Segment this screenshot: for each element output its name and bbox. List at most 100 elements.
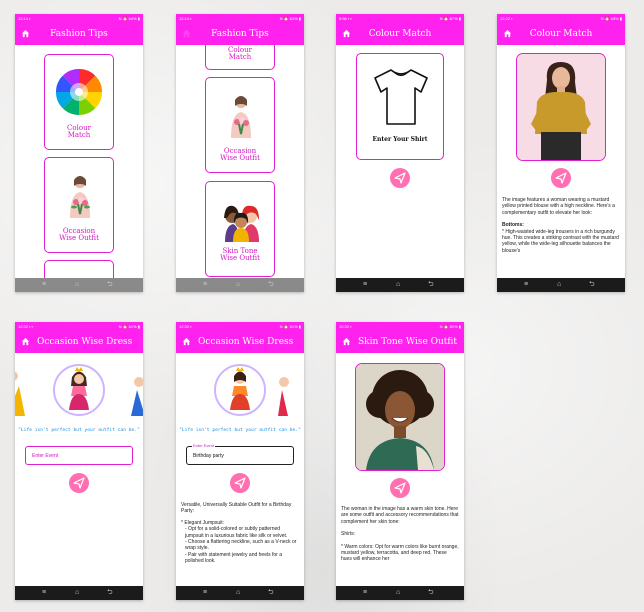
princess-left-partial (15, 371, 25, 416)
colour-match-card[interactable]: Colour Match (44, 54, 114, 150)
event-input-placeholder: Enter Event (32, 453, 59, 459)
result-bullet: * Warm colors: Opt for warm colors like … (341, 543, 459, 563)
quote-text: "Life isn't perfect but your outfit can … (18, 428, 140, 433)
screen-skin-tone-wise-outfit: 10:32 ▪ N ⏰ 80% ▮ Skin Tone Wise Outfit T… (336, 322, 464, 600)
event-input-value: Birthday party (193, 453, 224, 459)
uploaded-portrait-photo (355, 363, 445, 471)
home-nav-button[interactable]: ⌂ (75, 588, 79, 598)
occasion-wise-outfit-card[interactable]: Occasion Wise Outfit (205, 77, 275, 173)
result-line: - Choose a flattering neckline, such as … (185, 539, 297, 552)
back-nav-button[interactable]: ⮌ (268, 588, 274, 598)
event-input-label: Enter Event (192, 443, 215, 448)
home-nav-button[interactable]: ⌂ (396, 588, 400, 598)
shirt-upload-area[interactable]: Enter Your Shirt (356, 53, 444, 160)
menu-nav-button[interactable]: ≡ (524, 280, 528, 290)
event-input[interactable]: Enter Event Birthday party (186, 443, 294, 465)
screen-occasion-wise-dress-result: 12:32 ▪ N ⏰ 61% ▮ Occasion Wise Dress "Li… (176, 322, 304, 600)
home-nav-button[interactable]: ⌂ (236, 280, 240, 290)
status-bar: 12:22 ▪ N ⏰ 63% ▮ (497, 14, 625, 23)
system-nav-bar: ≡ ⌂ ⮌ (176, 278, 304, 292)
status-bar: 12:14 ▪ N ⏰ 64% ▮ (15, 14, 143, 23)
page-title: Occasion Wise Dress (37, 337, 133, 347)
system-nav-bar: ≡ ⌂ ⮌ (176, 586, 304, 600)
app-bar: Colour Match (336, 23, 464, 45)
system-nav-bar: ≡ ⌂ ⮌ (15, 586, 143, 600)
princess-carousel[interactable] (15, 362, 143, 418)
color-wheel-icon (55, 68, 103, 116)
menu-nav-button[interactable]: ≡ (203, 280, 207, 290)
menu-nav-button[interactable]: ≡ (363, 280, 367, 290)
send-button[interactable] (390, 478, 410, 498)
back-nav-button[interactable]: ⮌ (428, 588, 434, 598)
back-nav-button[interactable]: ⮌ (428, 280, 434, 290)
send-icon (555, 172, 567, 184)
card-label: Match (228, 53, 252, 61)
app-bar: Skin Tone Wise Outfit (336, 331, 464, 353)
page-title: Colour Match (368, 29, 432, 39)
send-icon (234, 477, 246, 489)
screen-fashion-tips: 12:14 ▪ N ⏰ 64% ▮ Fashion Tips Colour Mat… (15, 14, 143, 292)
back-nav-button[interactable]: ⮌ (107, 280, 113, 290)
page-title: Skin Tone Wise Outfit (358, 337, 458, 347)
result-bullet: * High-waisted wide-leg trousers in a ri… (502, 228, 619, 254)
send-button[interactable] (69, 473, 89, 493)
menu-nav-button[interactable]: ≡ (363, 588, 367, 598)
app-bar: Colour Match (497, 23, 625, 45)
result-line: - Opt for a solid-colored or subtly patt… (185, 526, 288, 539)
back-nav-button[interactable]: ⮌ (589, 280, 595, 290)
home-nav-button[interactable]: ⌂ (236, 588, 240, 598)
card-label: Wise Outfit (220, 254, 260, 262)
screen-colour-match: 9:56 ▪ ▪ N ⏰ 87% ▮ Colour Match Enter You… (336, 14, 464, 292)
woman-mustard-blouse-photo (517, 54, 605, 160)
system-nav-bar: ≡ ⌂ ⮌ (497, 278, 625, 292)
occasion-wise-outfit-card[interactable]: Occasion Wise Outfit (44, 157, 114, 253)
app-bar: Occasion Wise Dress (15, 331, 143, 353)
page-title: Occasion Wise Dress (198, 337, 294, 347)
status-bar: 12:14 ▪ N ⏰ 63% ▮ (176, 14, 304, 23)
app-bar: Fashion Tips (176, 23, 304, 45)
princess-carousel[interactable] (176, 362, 304, 418)
skin-tone-wise-outfit-card[interactable]: Skin Tone Wise Outfit (205, 181, 275, 277)
event-input[interactable]: Enter Event (25, 446, 133, 465)
back-nav-button[interactable]: ⮌ (107, 588, 113, 598)
page-title: Fashion Tips (50, 29, 108, 39)
system-nav-bar: ≡ ⌂ ⮌ (15, 278, 143, 292)
send-button[interactable] (390, 168, 410, 188)
screen-fashion-tips-scrolled: Colour Match 12:14 ▪ N ⏰ 63% ▮ Fashion Ti… (176, 14, 304, 292)
home-icon[interactable] (182, 337, 191, 346)
send-button[interactable] (230, 473, 250, 493)
menu-nav-button[interactable]: ≡ (203, 588, 207, 598)
result-text: Versatile, Universally Suitable Outfit f… (181, 502, 299, 586)
card-label: Match (67, 131, 91, 139)
back-nav-button[interactable]: ⮌ (268, 280, 274, 290)
home-icon[interactable] (342, 337, 351, 346)
status-bar: 12:32 ▪ N ⏰ 61% ▮ (176, 322, 304, 331)
send-icon (73, 477, 85, 489)
menu-nav-button[interactable]: ≡ (42, 280, 46, 290)
status-bar: 12:32 ▪ ▪ N ⏰ 61% ▮ (15, 322, 143, 331)
home-icon[interactable] (21, 337, 30, 346)
smiling-woman-portrait (356, 364, 444, 470)
screen-occasion-wise-dress: 12:32 ▪ ▪ N ⏰ 61% ▮ Occasion Wise Dress "… (15, 322, 143, 600)
upload-label: Enter Your Shirt (372, 136, 428, 143)
woman-with-flowers-illustration (70, 176, 90, 218)
system-nav-bar: ≡ ⌂ ⮌ (336, 586, 464, 600)
home-nav-button[interactable]: ⌂ (557, 280, 561, 290)
menu-nav-button[interactable]: ≡ (42, 588, 46, 598)
home-nav-button[interactable]: ⌂ (75, 280, 79, 290)
app-bar: Fashion Tips (15, 23, 143, 45)
home-nav-button[interactable]: ⌂ (396, 280, 400, 290)
woman-with-flowers-illustration (231, 96, 251, 138)
system-nav-bar: ≡ ⌂ ⮌ (336, 278, 464, 292)
card-label: Wise Outfit (220, 154, 260, 162)
result-line: - Pair with statement jewelry and heels … (185, 551, 282, 565)
t-shirt-outline-icon (374, 69, 428, 125)
send-button[interactable] (551, 168, 571, 188)
screen-colour-match-result: 12:22 ▪ N ⏰ 63% ▮ Colour Match The image … (497, 14, 625, 292)
card-label: Wise Outfit (59, 234, 99, 242)
result-intro: The woman in the image has a warm skin t… (341, 506, 459, 525)
send-icon (394, 482, 406, 494)
result-text: The woman in the image has a warm skin t… (341, 506, 459, 586)
page-title: Colour Match (529, 29, 593, 39)
princess-right-partial (131, 377, 143, 416)
